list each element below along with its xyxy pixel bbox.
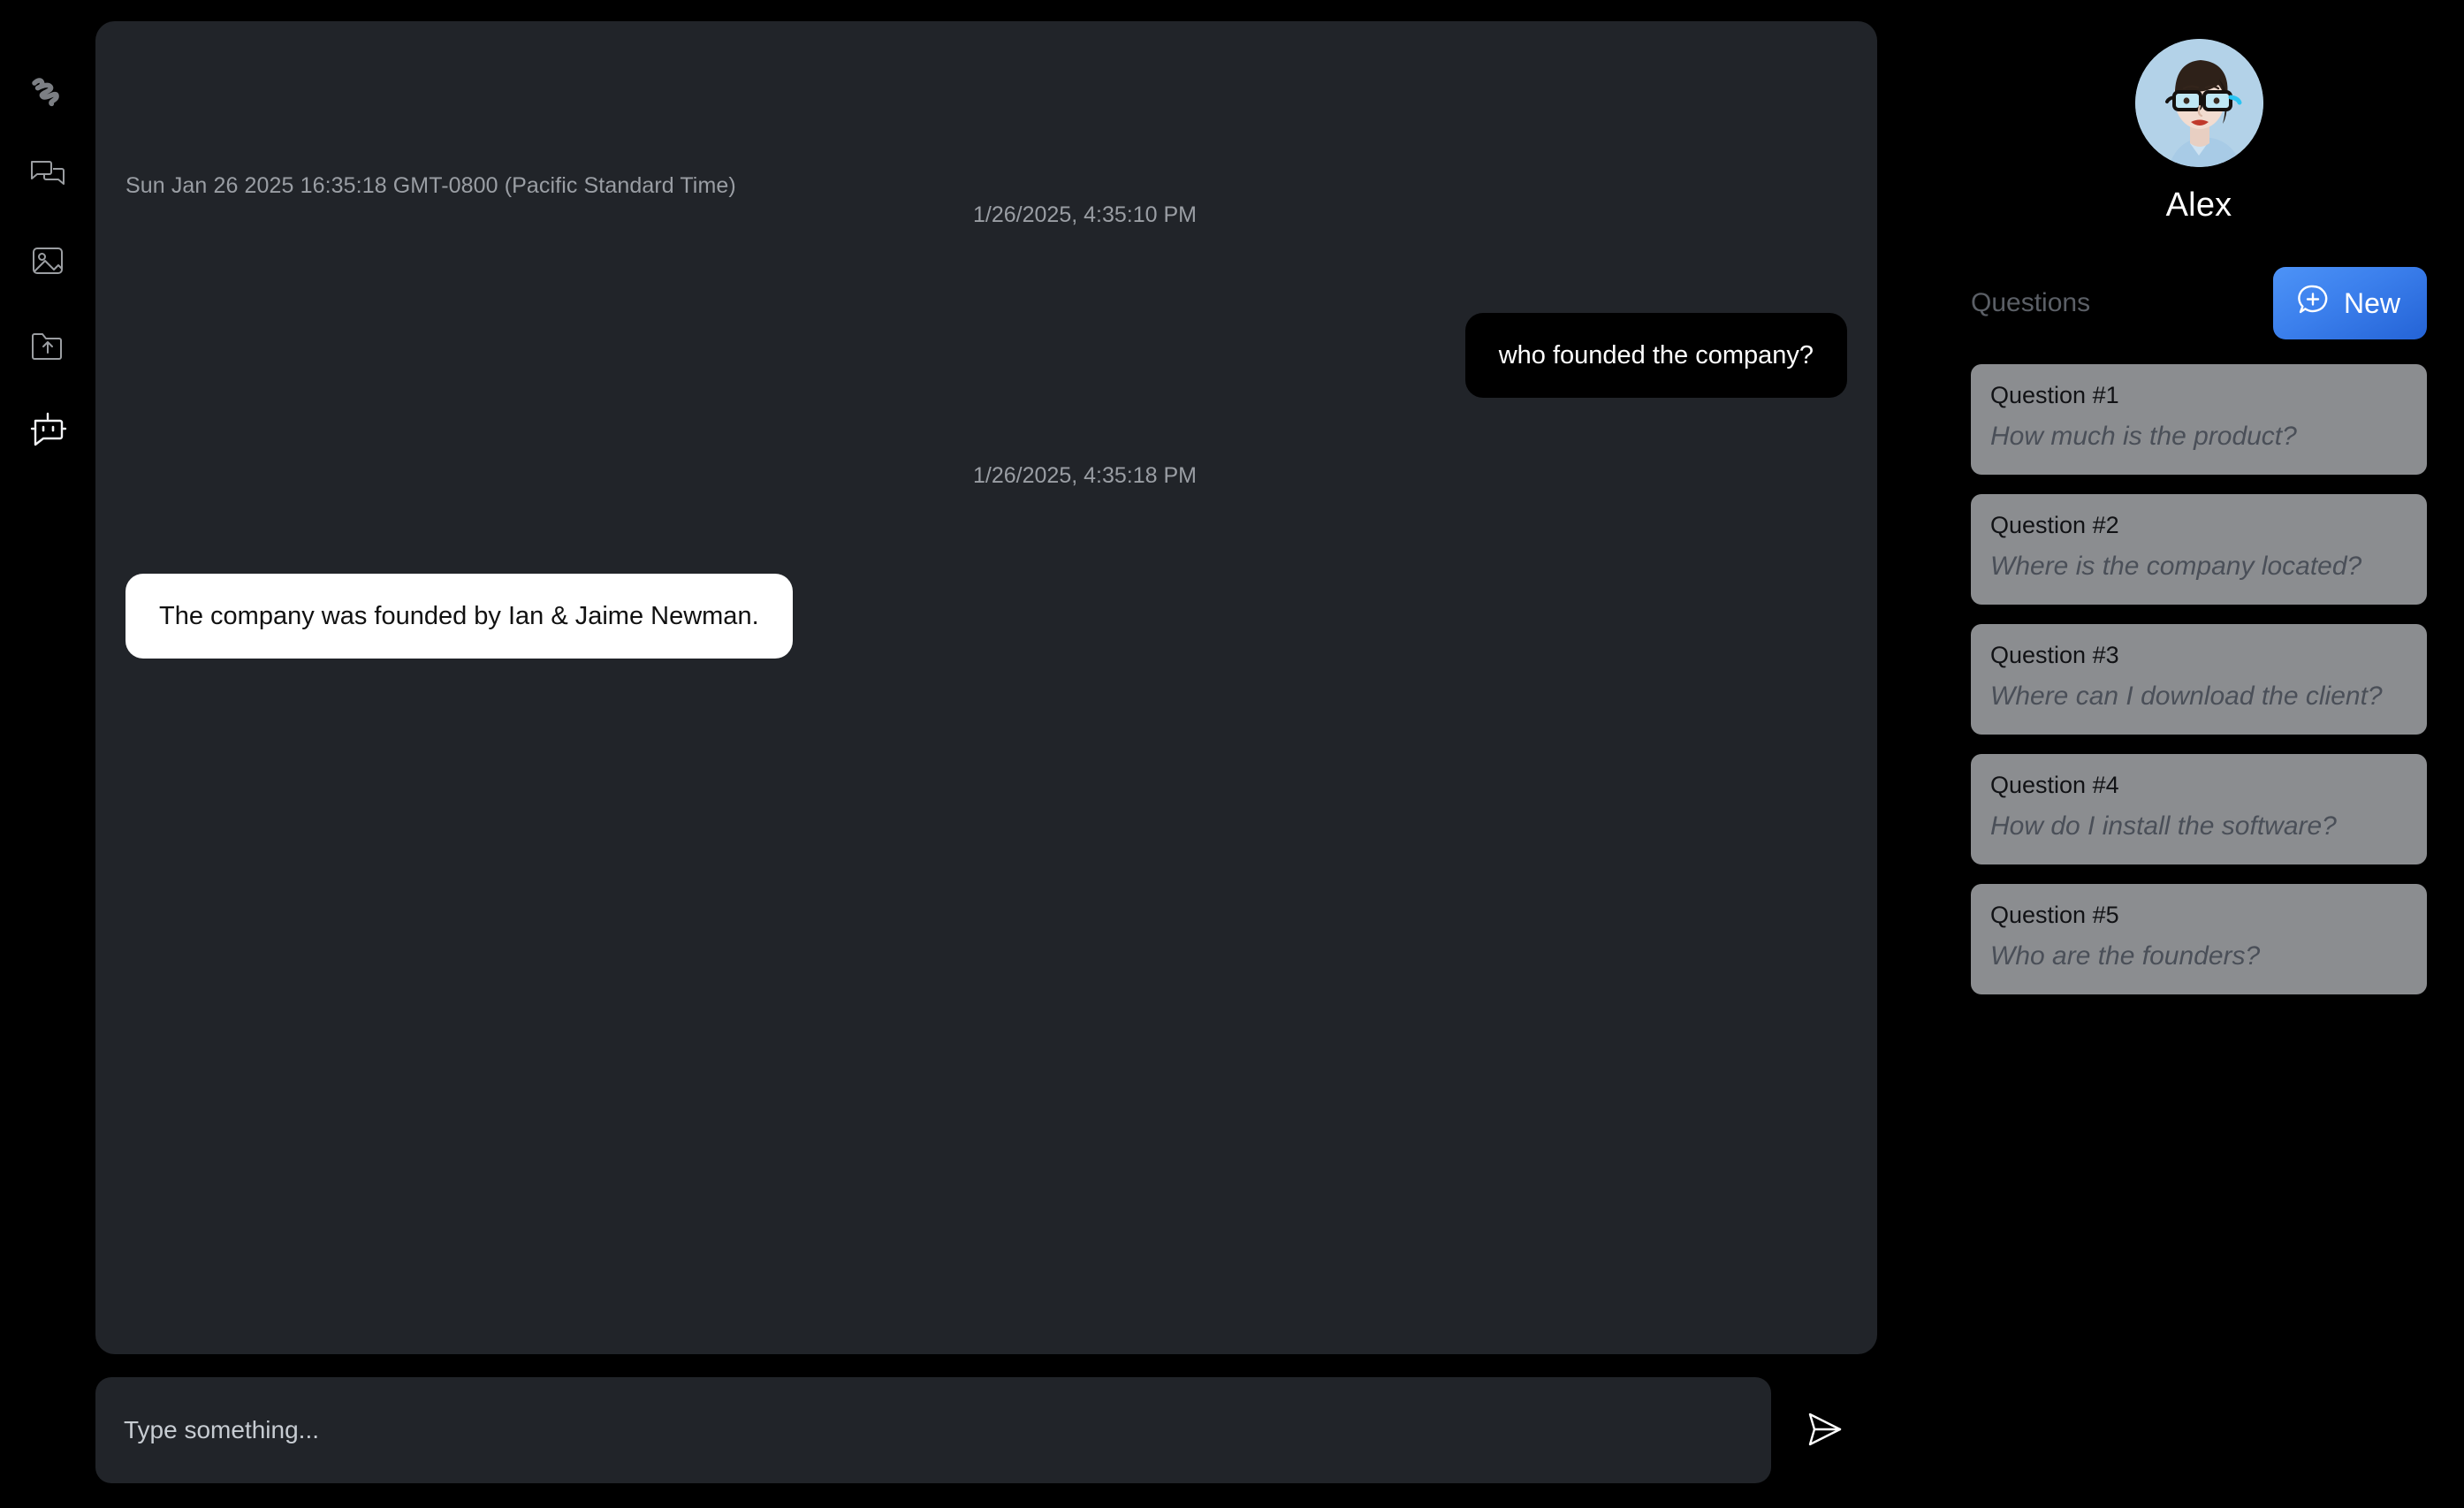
send-paper-plane-icon [1800,1405,1848,1456]
question-card[interactable]: Question #3 Where can I download the cli… [1971,624,2427,735]
message-timestamp: 1/26/2025, 4:35:10 PM [973,202,1197,227]
chat-transcript: Sun Jan 26 2025 16:35:18 GMT-0800 (Pacif… [95,21,1877,1354]
bot-message-bubble: The company was founded by Ian & Jaime N… [125,574,793,659]
question-label: Question #4 [1990,772,2119,798]
sidebar-item-upload[interactable] [20,318,75,373]
folder-upload-icon [27,324,69,367]
questions-header: Questions New [1971,267,2427,339]
chat-plus-icon [2296,283,2330,324]
new-question-button[interactable]: New [2272,267,2427,339]
question-text: How much is the product? [1990,422,2297,451]
left-sidebar [0,0,95,1508]
bot-icon [27,409,69,452]
question-card[interactable]: Question #1 How much is the product? [1971,364,2427,475]
question-label: Question #1 [1990,382,2119,408]
new-question-label: New [2343,286,2400,319]
sidebar-item-chats[interactable] [20,149,75,203]
question-card[interactable]: Question #4 How do I install the softwar… [1971,754,2427,864]
sidebar-item-images[interactable] [20,233,75,288]
questions-title: Questions [1971,288,2091,317]
question-text: Where is the company located? [1990,552,2362,581]
question-card[interactable]: Question #2 Where is the company located… [1971,494,2427,605]
chat-bubbles-icon [27,155,69,197]
questions-sidebar: Alex Questions New Question #1 How much … [1934,0,2464,1508]
squiggle-logo [20,64,75,118]
question-label: Question #5 [1990,902,2119,928]
image-icon [27,240,69,282]
session-date: Sun Jan 26 2025 16:35:18 GMT-0800 (Pacif… [125,173,736,198]
profile-header: Alex [1971,39,2427,225]
user-message-bubble: who founded the company? [1464,313,1847,399]
question-text: How do I install the software? [1990,811,2337,841]
questions-list: Question #1 How much is the product? Que… [1971,364,2427,994]
question-label: Question #3 [1990,642,2119,668]
sidebar-item-bot[interactable] [20,403,75,458]
question-text: Who are the founders? [1990,941,2261,971]
message-composer [95,1377,1877,1483]
question-label: Question #2 [1990,512,2119,538]
send-button[interactable] [1771,1377,1877,1483]
message-input[interactable] [95,1377,1771,1483]
avatar [2134,39,2263,167]
question-card[interactable]: Question #5 Who are the founders? [1971,884,2427,994]
profile-name: Alex [2165,187,2232,224]
question-text: Where can I download the client? [1990,682,2383,711]
message-timestamp: 1/26/2025, 4:35:18 PM [973,463,1197,488]
app-root: Sun Jan 26 2025 16:35:18 GMT-0800 (Pacif… [0,0,2464,1508]
chat-column: Sun Jan 26 2025 16:35:18 GMT-0800 (Pacif… [95,0,1934,1508]
